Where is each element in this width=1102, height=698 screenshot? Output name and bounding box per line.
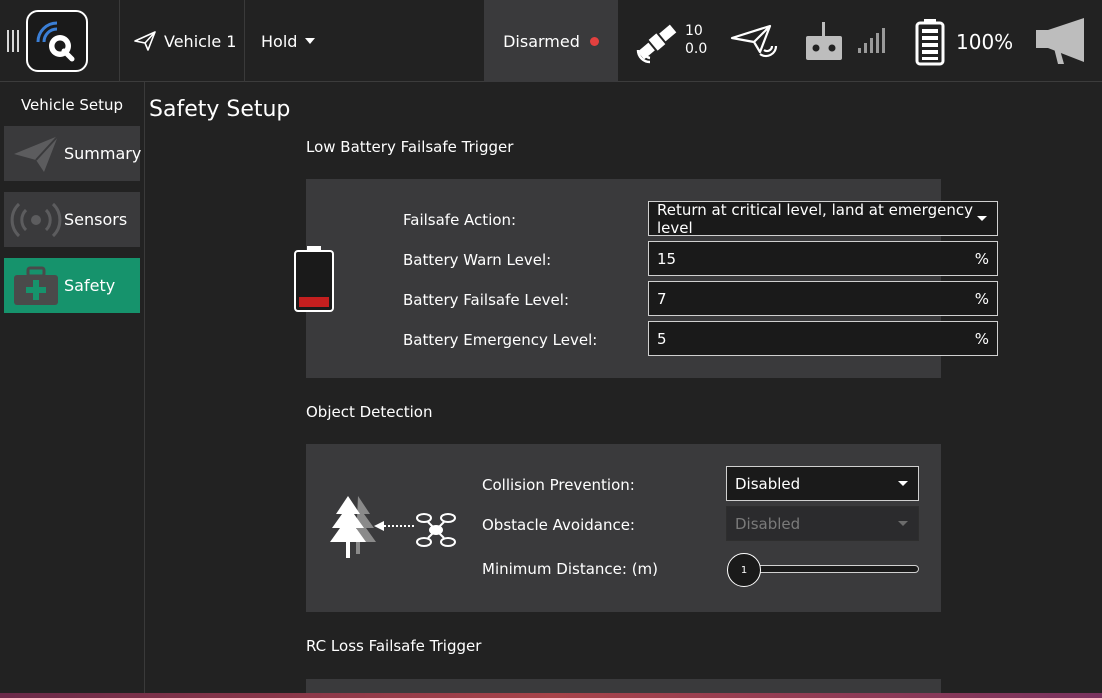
chevron-down-icon: [305, 38, 316, 44]
battery-emergency-value: 5: [657, 329, 667, 348]
failsafe-action-label: Failsafe Action:: [403, 211, 517, 229]
megaphone-icon[interactable]: [1032, 14, 1092, 66]
obstacle-avoidance-illustration: [330, 496, 456, 558]
obstacle-avoidance-value: Disabled: [735, 514, 801, 533]
sidebar-item-label: Safety: [64, 276, 116, 295]
sidebar-item-label: Summary: [64, 144, 142, 163]
section-title-rc-loss: RC Loss Failsafe Trigger: [306, 637, 482, 655]
gps-readout: 10 0.0: [685, 22, 707, 58]
battery-warn-field[interactable]: 15 %: [648, 241, 998, 276]
rc-transmitter-icon[interactable]: [804, 20, 844, 62]
telemetry-plane-icon[interactable]: [730, 22, 780, 60]
first-aid-kit-icon: [14, 266, 58, 305]
section-title-low-battery: Low Battery Failsafe Trigger: [306, 138, 514, 156]
section-title-object-detection: Object Detection: [306, 403, 433, 421]
toolbar: Vehicle 1 Hold Disarmed 10 0.0 100%: [0, 0, 1102, 82]
low-battery-icon: [294, 246, 334, 312]
arm-status-label: Disarmed: [503, 31, 580, 51]
chevron-down-icon: [977, 216, 987, 221]
sidebar-item-sensors[interactable]: Sensors: [4, 192, 140, 247]
chevron-down-icon: [898, 481, 908, 486]
battery-icon[interactable]: [914, 18, 946, 66]
minimum-distance-label: Minimum Distance: (m): [482, 560, 659, 578]
arm-status-indicator[interactable]: Disarmed: [484, 0, 618, 82]
minimum-distance-slider-track[interactable]: [745, 565, 919, 573]
battery-warn-value: 15: [657, 249, 677, 268]
signal-bars-icon: [856, 28, 886, 54]
battery-emergency-label: Battery Emergency Level:: [403, 331, 598, 349]
minimum-distance-slider-handle[interactable]: 1: [727, 553, 761, 587]
sidebar: Vehicle Setup Summary Sensors Safety: [0, 82, 145, 698]
failsafe-action-value: Return at critical level, land at emerge…: [657, 200, 973, 237]
minimum-distance-value: 1: [740, 564, 748, 576]
chevron-down-icon: [898, 521, 908, 526]
battery-warn-label: Battery Warn Level:: [403, 251, 552, 269]
paper-plane-icon: [14, 135, 59, 172]
sidebar-item-safety[interactable]: Safety: [4, 258, 140, 313]
battery-percent: 100%: [956, 30, 1014, 54]
unit-label: %: [974, 329, 989, 348]
unit-label: %: [974, 289, 989, 308]
page-title: Safety Setup: [149, 97, 291, 122]
sidebar-item-summary[interactable]: Summary: [4, 126, 142, 181]
collision-prevention-select[interactable]: Disabled: [726, 466, 919, 501]
radar-icon: [10, 202, 62, 238]
battery-failsafe-value: 7: [657, 289, 667, 308]
obstacle-avoidance-label: Obstacle Avoidance:: [482, 516, 635, 534]
vehicle-selector[interactable]: Vehicle 1: [134, 26, 236, 56]
unit-label: %: [974, 249, 989, 268]
failsafe-action-select[interactable]: Return at critical level, land at emerge…: [648, 200, 998, 237]
battery-emergency-field[interactable]: 5 %: [648, 321, 998, 356]
collision-prevention-value: Disabled: [735, 474, 801, 493]
toolbar-divider: [119, 0, 120, 82]
menu-handle-icon[interactable]: [7, 30, 19, 52]
sidebar-item-label: Sensors: [64, 210, 128, 229]
gps-sat-count: 10: [685, 23, 703, 39]
flight-mode-selector[interactable]: Hold: [261, 26, 316, 56]
status-dot-icon: [589, 36, 599, 46]
collision-prevention-label: Collision Prevention:: [482, 476, 635, 494]
sidebar-title: Vehicle Setup: [20, 96, 124, 114]
battery-failsafe-label: Battery Failsafe Level:: [403, 291, 569, 309]
desktop-background-strip: [0, 693, 1102, 698]
qgc-logo[interactable]: [26, 10, 88, 72]
paper-plane-icon: [134, 31, 156, 51]
battery-failsafe-field[interactable]: 7 %: [648, 281, 998, 316]
flight-mode-label: Hold: [261, 31, 298, 51]
obstacle-avoidance-select: Disabled: [726, 506, 919, 541]
toolbar-divider: [244, 0, 245, 82]
gps-satellite-icon[interactable]: [632, 20, 682, 64]
vehicle-label: Vehicle 1: [164, 31, 237, 51]
gps-hdop: 0.0: [685, 41, 708, 57]
